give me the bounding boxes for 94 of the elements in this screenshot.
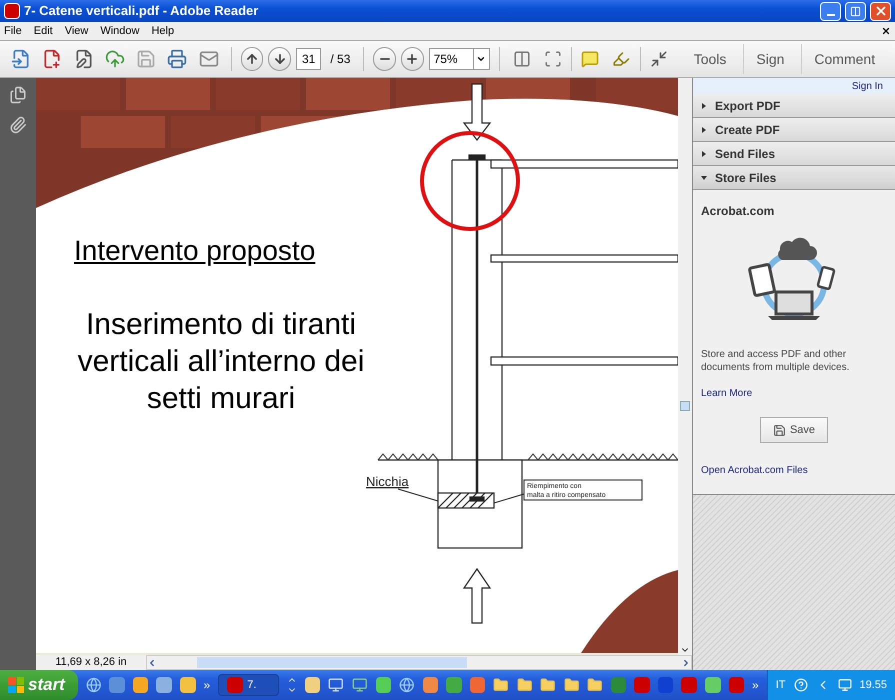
collapsed-triangle-icon (701, 150, 707, 156)
printer-icon (167, 49, 188, 69)
menu-item[interactable]: Help (151, 22, 174, 40)
monitor-icon[interactable] (328, 677, 344, 693)
panel-section-header[interactable]: Create PDF (693, 118, 895, 142)
zoom-in-button[interactable] (400, 47, 424, 71)
close-document-icon[interactable] (881, 26, 891, 36)
learn-more-link[interactable]: Learn More (701, 386, 887, 401)
pane-tab[interactable]: Sign (743, 44, 796, 74)
folder-icon[interactable] (493, 677, 509, 693)
cloud-upload-icon (104, 49, 125, 69)
app-icon[interactable] (156, 677, 172, 693)
app-icon[interactable] (704, 677, 720, 693)
panel-section-header[interactable]: Export PDF (693, 94, 895, 118)
expanded-triangle-icon (701, 174, 707, 180)
clock: 19.55 (860, 678, 888, 693)
leader-line (494, 494, 524, 504)
minimize-button[interactable] (820, 2, 841, 20)
folder-icon[interactable] (516, 677, 532, 693)
diagonal-arrows-icon (650, 50, 668, 68)
sign-in-link[interactable]: Sign In (852, 78, 883, 94)
restore-icon (850, 6, 861, 16)
more-tray[interactable]: » (752, 676, 759, 694)
next-page-button[interactable] (268, 47, 291, 71)
save-icon (772, 424, 786, 436)
scroll-thumb[interactable] (680, 401, 690, 411)
panel-section-header[interactable]: Send Files (693, 142, 895, 166)
network-icon[interactable] (838, 678, 852, 692)
browser-icon[interactable] (399, 677, 415, 693)
collapsed-triangle-icon (701, 102, 707, 108)
browser-icon[interactable] (86, 677, 102, 693)
menu-item[interactable]: View (64, 22, 88, 40)
restore-button[interactable] (845, 2, 866, 20)
speech-bubble-icon (581, 50, 600, 68)
plus-icon (405, 52, 420, 66)
monitor-icon[interactable] (352, 677, 368, 693)
collapsed-triangle-icon (701, 126, 707, 132)
pane-tab[interactable]: Tools (682, 44, 738, 74)
scroll-right-icon[interactable] (681, 658, 691, 668)
arrow-up-icon (245, 52, 259, 66)
menu-item[interactable]: File (4, 22, 22, 40)
more-quick-launch[interactable]: » (204, 676, 210, 694)
pdf-icon (4, 3, 20, 19)
previous-page-button[interactable] (240, 47, 264, 71)
file-pen-icon (74, 49, 94, 69)
menu-item[interactable]: Window (100, 22, 140, 40)
downward-arrow (462, 83, 492, 141)
panel-heading: Acrobat.com (701, 203, 776, 220)
app-icon[interactable] (446, 677, 462, 693)
scroll-left-icon[interactable] (147, 658, 157, 668)
page-size: 11,69 x 8,26 in (54, 655, 128, 670)
app-icon[interactable] (304, 677, 320, 693)
panel-section-header[interactable]: Store Files (693, 166, 895, 190)
folder-icon[interactable] (540, 677, 556, 693)
vertical-scrollbar[interactable] (678, 78, 692, 655)
dropdown-caret-icon (476, 54, 486, 64)
app-icon[interactable] (422, 677, 438, 693)
close-button[interactable] (870, 2, 891, 20)
slide-heading: Intervento proposto (74, 235, 316, 266)
folder-icon[interactable] (587, 677, 603, 693)
zoom-dropdown[interactable]: 75% (428, 48, 490, 70)
frame-icon (544, 50, 562, 68)
scroll-thumb[interactable] (197, 657, 467, 668)
app-icon[interactable] (470, 677, 486, 693)
pages-icon[interactable] (9, 86, 27, 104)
envelope-icon (198, 49, 219, 69)
app-icon[interactable] (376, 677, 392, 693)
windows-flag-icon (8, 677, 24, 693)
leader-line (398, 488, 438, 502)
attachment-icon[interactable] (9, 116, 27, 134)
panel-description: Store and access PDF and other documents from multiple devices. (701, 348, 850, 374)
file-arrow-icon (11, 49, 32, 69)
app-icon[interactable] (180, 677, 196, 693)
open-files-link[interactable]: Open Acrobat.com Files (701, 463, 887, 478)
file-plus-icon (42, 49, 62, 69)
niche-label: Nicchia (366, 474, 409, 489)
close-icon (874, 4, 888, 18)
pane-tab[interactable]: Comment (801, 44, 888, 74)
columns-icon (512, 50, 531, 68)
page-total: / 53 (329, 51, 352, 68)
upward-arrow (462, 568, 492, 624)
arrow-down-icon (272, 52, 287, 66)
page-number-field[interactable]: 31 (296, 48, 322, 70)
highlighter-icon (612, 50, 630, 68)
horizontal-scrollbar[interactable] (146, 655, 692, 670)
window-title: 7- Catene verticali.pdf - Adobe Reader (24, 2, 260, 20)
slide-body: Inserimento di tiranti verticali all’interno dei setti murari (78, 308, 364, 415)
taskbar-window-button[interactable]: 7. (218, 674, 279, 696)
app-icon[interactable] (132, 677, 148, 693)
folder-icon[interactable] (564, 677, 580, 693)
save-to-cloud-button[interactable]: Save (760, 417, 828, 443)
menu-item[interactable]: Edit (34, 22, 53, 40)
help-icon[interactable] (794, 678, 808, 692)
zoom-out-button[interactable] (373, 47, 396, 71)
